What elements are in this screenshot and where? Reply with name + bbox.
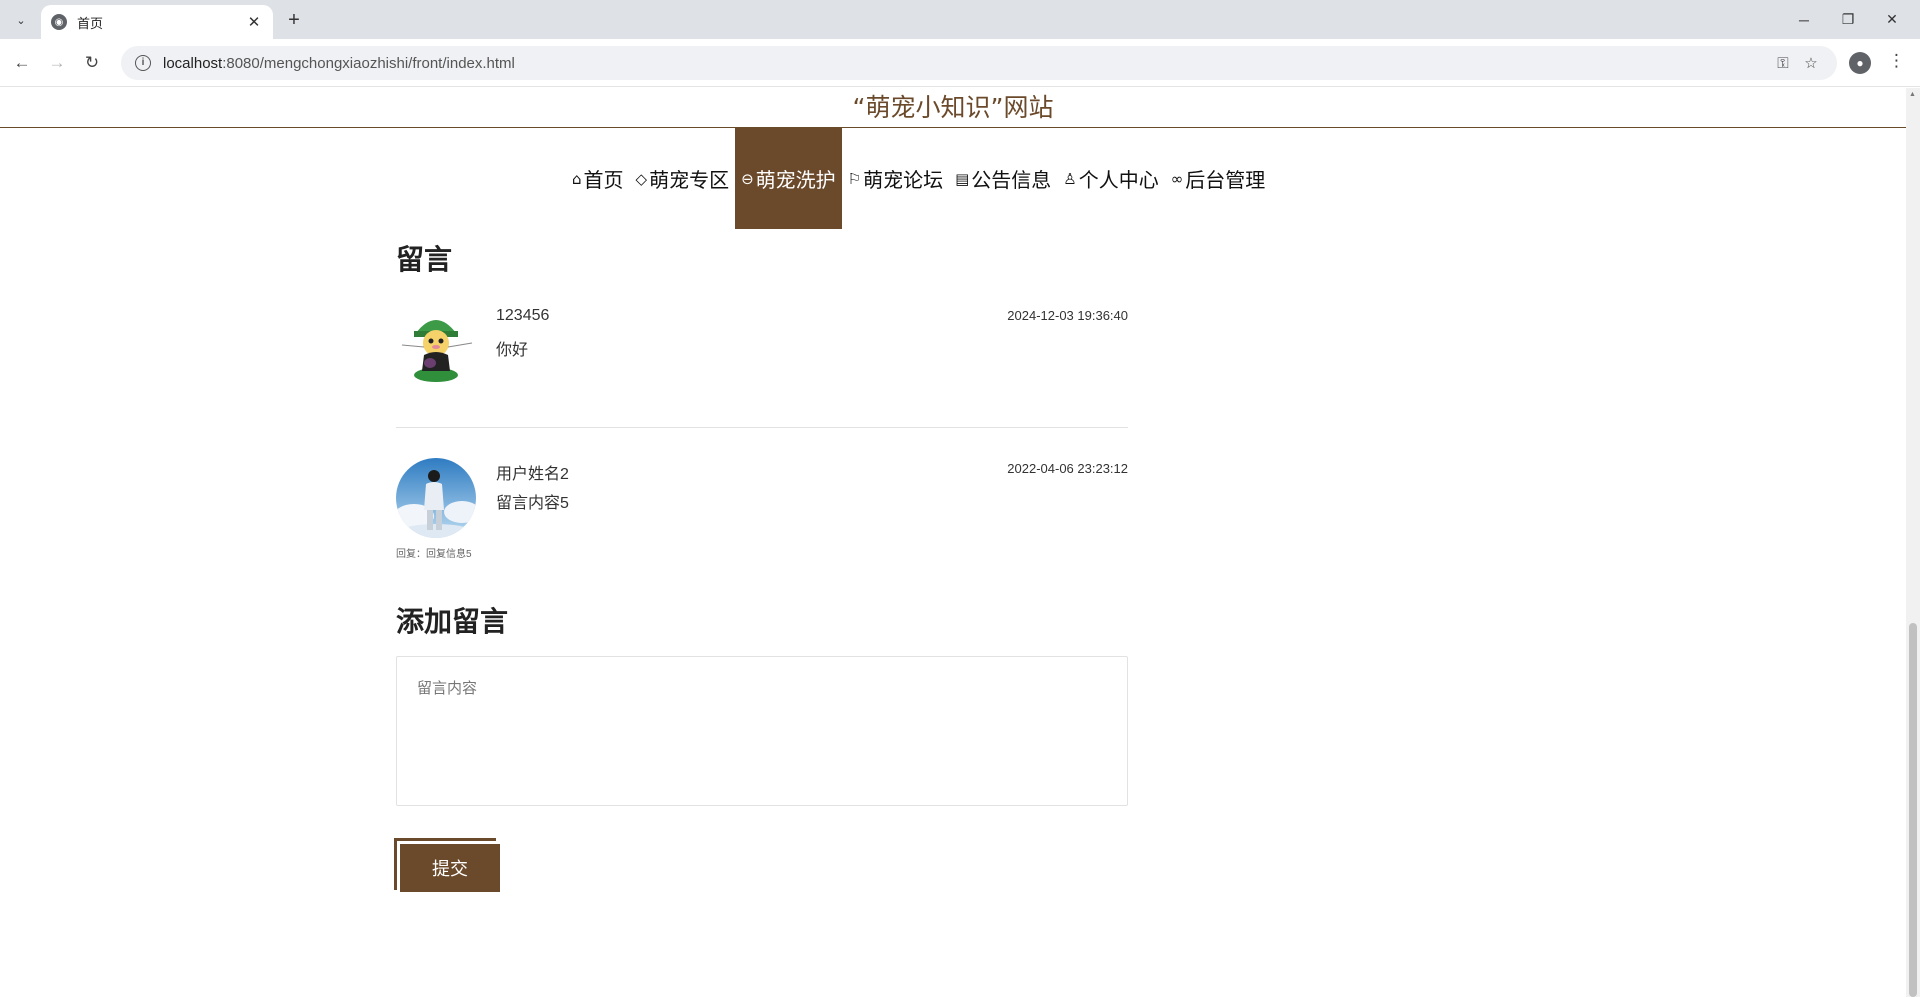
message-content-input[interactable] <box>396 656 1128 806</box>
message-username: 123456 <box>496 307 550 324</box>
nav-label: 个人中心 <box>1078 168 1159 192</box>
nav-item-forum[interactable]: ⚐ 萌宠论坛 <box>842 128 949 229</box>
bath-icon: ⊖ <box>741 169 754 188</box>
nav-label: 萌宠洗护 <box>755 168 836 192</box>
tag-icon: ◇ <box>635 169 648 188</box>
main-nav: ⌂ 首页 ◇ 萌宠专区 ⊖ 萌宠洗护 ⚐ 萌宠论坛 ▤ 公告信息 ♙ 个人中心 ∞ 后台管理 <box>566 128 1271 229</box>
site-title: “萌宠小知识”网站 <box>852 93 1054 122</box>
messages-title: 留言 <box>396 243 453 276</box>
avatar <box>396 305 476 385</box>
nav-item-profile[interactable]: ♙ 个人中心 <box>1057 128 1164 229</box>
url-text[interactable]: localhost:8080/mengchongxiaozhishi/front… <box>163 55 1769 72</box>
close-window-icon[interactable]: ✕ <box>1864 0 1920 39</box>
link-icon: ∞ <box>1170 169 1184 188</box>
nav-item-pet-care[interactable]: ⊖ 萌宠洗护 <box>735 128 842 229</box>
message-username: 用户姓名2 <box>496 466 569 483</box>
address-bar[interactable]: i localhost:8080/mengchongxiaozhishi/fro… <box>121 46 1837 80</box>
nav-label: 萌宠专区 <box>649 168 730 192</box>
password-key-icon[interactable]: ⚿ <box>1769 55 1797 72</box>
page-viewport: “萌宠小知识”网站 ⌂ 首页 ◇ 萌宠专区 ⊖ 萌宠洗护 ⚐ 萌宠论坛 ▤ 公告信息 ♙ 个… <box>0 88 1920 997</box>
nav-label: 公告信息 <box>971 168 1052 192</box>
nav-label: 萌宠论坛 <box>863 168 944 192</box>
browser-tab[interactable]: ◉ 首页 ✕ <box>41 5 273 39</box>
site-info-icon[interactable]: i <box>135 55 151 71</box>
profile-avatar-icon[interactable]: ● <box>1849 52 1871 74</box>
tab-title: 首页 <box>77 15 104 31</box>
site-header: “萌宠小知识”网站 <box>0 88 1906 128</box>
browser-tab-bar: ⌄ ◉ 首页 ✕ + ─ ❐ ✕ <box>0 0 1920 39</box>
message-time: 2022-04-06 23:23:12 <box>1007 461 1128 476</box>
message-content: 留言内容5 <box>496 495 569 512</box>
message-list: 123456 你好 2024-12-03 19:36:40 用户姓名2 留言内容… <box>396 305 1128 584</box>
clipboard-icon: ▤ <box>955 169 970 188</box>
back-arrow-icon[interactable]: ← <box>10 51 34 75</box>
message-item: 用户姓名2 留言内容5 2022-04-06 23:23:12 回复：回复信息5 <box>396 458 1128 584</box>
flag-icon: ⚐ <box>847 169 862 188</box>
add-message-title: 添加留言 <box>396 605 509 638</box>
nav-item-home[interactable]: ⌂ 首页 <box>566 128 630 229</box>
message-item: 123456 你好 2024-12-03 19:36:40 <box>396 305 1128 431</box>
avatar <box>396 458 476 538</box>
nav-item-admin[interactable]: ∞ 后台管理 <box>1165 128 1272 229</box>
nav-item-announcements[interactable]: ▤ 公告信息 <box>949 128 1057 229</box>
scrollbar-thumb[interactable] <box>1909 623 1917 997</box>
close-tab-icon[interactable]: ✕ <box>245 13 263 31</box>
message-reply: 回复：回复信息5 <box>396 549 472 560</box>
menu-kebab-icon[interactable]: ⋮ <box>1888 51 1905 71</box>
reload-icon[interactable]: ↻ <box>80 51 104 75</box>
nav-label: 后台管理 <box>1185 168 1266 192</box>
browser-toolbar: ← → ↻ i localhost:8080/mengchongxiaozhis… <box>0 39 1920 87</box>
forward-arrow-icon[interactable]: → <box>45 51 69 75</box>
url-path: :8080/mengchongxiaozhishi/front/index.ht… <box>222 54 515 72</box>
home-icon: ⌂ <box>572 169 582 188</box>
user-icon: ♙ <box>1063 169 1077 188</box>
message-time: 2024-12-03 19:36:40 <box>1007 308 1128 323</box>
page-scrollbar[interactable]: ▲ <box>1906 88 1920 997</box>
url-host: localhost <box>163 54 223 72</box>
nav-label: 首页 <box>583 168 624 192</box>
scroll-up-arrow-icon[interactable]: ▲ <box>1909 91 1916 98</box>
message-board: 留言 123456 你好 2024-12-03 19:36:40 用户姓名2 留… <box>394 238 1128 892</box>
message-content: 你好 <box>496 342 529 359</box>
submit-button[interactable]: 提交 <box>400 844 500 892</box>
submit-button-wrap: 提交 <box>394 838 500 892</box>
tab-search-chevron-icon[interactable]: ⌄ <box>9 8 33 32</box>
nav-item-pet-zone[interactable]: ◇ 萌宠专区 <box>630 128 736 229</box>
bookmark-star-icon[interactable]: ☆ <box>1797 54 1825 72</box>
new-tab-button[interactable]: + <box>283 9 305 31</box>
globe-icon: ◉ <box>51 14 67 30</box>
